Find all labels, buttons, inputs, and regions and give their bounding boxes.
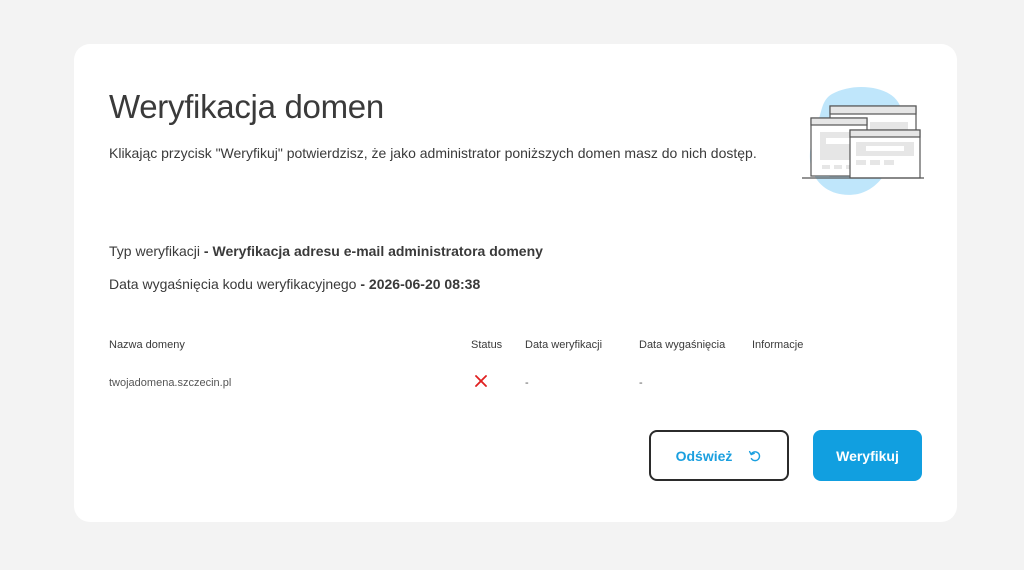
code-expiry: Data wygaśnięcia kodu weryfikacyjnego - … — [109, 276, 480, 292]
cross-icon — [475, 375, 487, 387]
code-expiry-label: Data wygaśnięcia kodu weryfikacyjnego — [109, 276, 357, 292]
verified-date: - — [525, 377, 529, 389]
verify-button[interactable]: Weryfikuj — [813, 430, 922, 481]
column-header-domain: Nazwa domeny — [109, 339, 185, 351]
verification-type-label: Typ weryfikacji — [109, 243, 201, 259]
column-header-info: Informacje — [752, 339, 804, 351]
separator: - — [356, 276, 369, 292]
verification-type: Typ weryfikacji - Weryfikacja adresu e-m… — [109, 243, 543, 259]
verification-type-value: Weryfikacja adresu e-mail administratora… — [212, 243, 543, 259]
separator: - — [200, 243, 213, 259]
column-header-status: Status — [471, 339, 503, 351]
column-header-verified-date: Data weryfikacji — [525, 339, 603, 351]
domain-name: twojadomena.szczecin.pl — [109, 377, 232, 389]
refresh-button[interactable]: Odśwież — [649, 430, 789, 481]
refresh-icon — [749, 450, 761, 461]
code-expiry-value: 2026-06-20 08:38 — [368, 276, 481, 292]
verification-card: Weryfikacja domen Klikając przycisk "Wer… — [74, 44, 957, 522]
column-header-expiry-date: Data wygaśnięcia — [639, 339, 726, 351]
expiry-date: - — [639, 377, 643, 389]
page-subtitle: Klikając przycisk "Weryfikuj" potwierdzi… — [109, 145, 757, 161]
page-title: Weryfikacja domen — [109, 88, 384, 125]
browser-windows-illustration — [802, 87, 924, 195]
refresh-button-label: Odśwież — [675, 447, 733, 464]
